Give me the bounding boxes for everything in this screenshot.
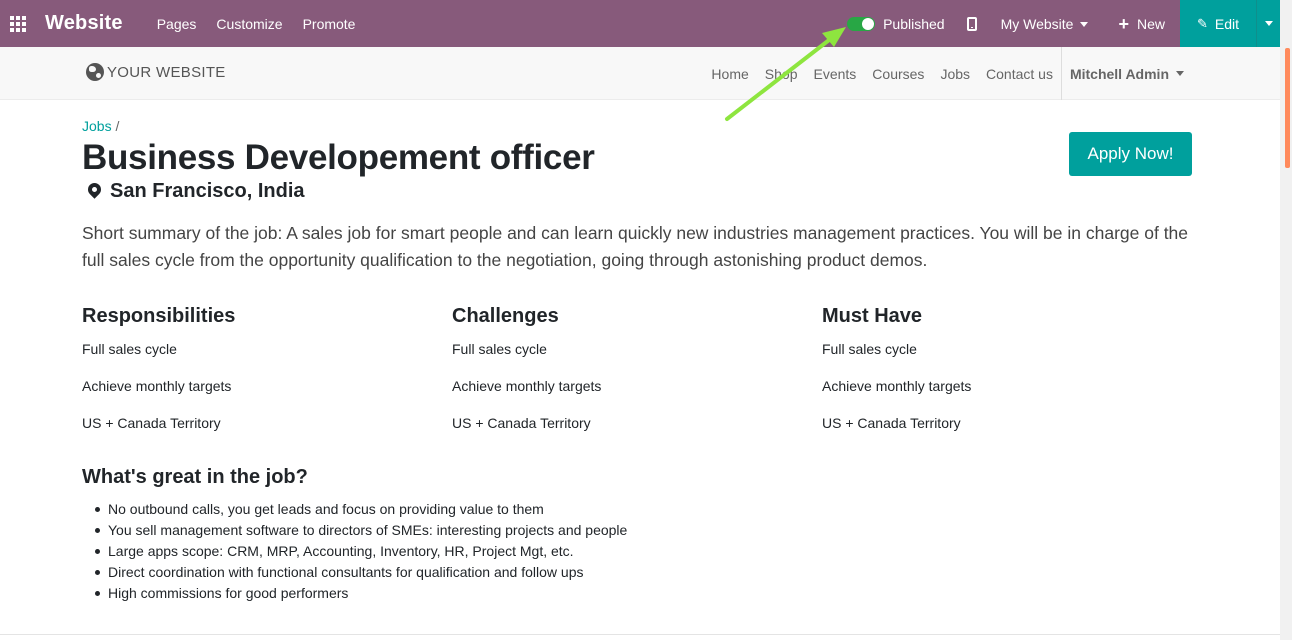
challenges-column: Challenges Full sales cycle Achieve mont… — [452, 305, 822, 452]
whats-great-section: What's great in the job? No outbound cal… — [82, 466, 627, 604]
mobile-icon[interactable] — [966, 16, 977, 31]
topbar-right: Published My Website + New ✎ Edit — [847, 0, 1280, 47]
breadcrumb-jobs-link[interactable]: Jobs — [82, 118, 112, 134]
edit-button[interactable]: ✎ Edit — [1180, 0, 1256, 47]
list-item: No outbound calls, you get leads and foc… — [94, 499, 627, 520]
list-item: You sell management software to director… — [94, 520, 627, 541]
list-item: High commissions for good performers — [94, 583, 627, 604]
list-item: Achieve monthly targets — [822, 378, 972, 394]
content-divider — [0, 634, 1280, 635]
menu-promote[interactable]: Promote — [303, 16, 356, 32]
list-item: Achieve monthly targets — [82, 378, 232, 394]
published-toggle[interactable]: Published — [847, 16, 945, 32]
list-item: Full sales cycle — [452, 341, 547, 357]
column-heading: Must Have — [822, 305, 923, 327]
nav-home[interactable]: Home — [711, 66, 748, 82]
user-menu[interactable]: Mitchell Admin — [1060, 47, 1184, 100]
site-logo[interactable]: YOUR WEBSITE — [86, 63, 226, 81]
list-item: US + Canada Territory — [82, 415, 221, 431]
job-summary: Short summary of the job: A sales job fo… — [82, 223, 1189, 270]
nav-jobs[interactable]: Jobs — [940, 66, 970, 82]
column-heading: Challenges — [452, 305, 559, 327]
chevron-down-icon — [1080, 22, 1089, 28]
location-text: San Francisco, India — [110, 180, 305, 202]
whats-great-list: No outbound calls, you get leads and foc… — [82, 499, 627, 604]
new-label: New — [1136, 15, 1165, 32]
list-item: US + Canada Territory — [822, 415, 961, 431]
apps-grid-icon[interactable] — [1, 0, 35, 47]
edit-dropdown-toggle[interactable] — [1256, 0, 1280, 47]
list-item: US + Canada Territory — [452, 415, 591, 431]
job-details-columns: Responsibilities Full sales cycle Achiev… — [82, 305, 1192, 452]
app-brand-title[interactable]: Website — [45, 12, 123, 35]
breadcrumb-separator: / — [115, 118, 120, 134]
list-item: Achieve monthly targets — [452, 378, 602, 394]
list-item: Full sales cycle — [822, 341, 917, 357]
job-title: Business Developement officer — [82, 138, 595, 177]
pencil-icon: ✎ — [1196, 15, 1208, 31]
user-name: Mitchell Admin — [1069, 65, 1169, 82]
nav-events[interactable]: Events — [813, 66, 856, 82]
toggle-switch-icon[interactable] — [847, 16, 876, 31]
globe-icon — [86, 63, 104, 81]
site-nav: Home Shop Events Courses Jobs Contact us… — [711, 47, 1184, 100]
apply-now-button[interactable]: Apply Now! — [1069, 132, 1192, 176]
list-item: Full sales cycle — [82, 341, 177, 357]
chevron-down-icon — [1264, 21, 1273, 26]
list-item: Direct coordination with functional cons… — [94, 562, 627, 583]
responsibilities-column: Responsibilities Full sales cycle Achiev… — [82, 305, 452, 452]
nav-courses[interactable]: Courses — [872, 66, 924, 82]
menu-pages[interactable]: Pages — [157, 16, 197, 32]
nav-shop[interactable]: Shop — [765, 66, 798, 82]
column-heading: Responsibilities — [82, 305, 236, 327]
website-header: YOUR WEBSITE Home Shop Events Courses Jo… — [0, 47, 1280, 100]
plus-icon: + — [1118, 13, 1129, 34]
edit-label: Edit — [1214, 15, 1240, 32]
my-website-label: My Website — [1000, 15, 1074, 32]
new-button[interactable]: + New — [1118, 15, 1165, 33]
breadcrumb: Jobs / — [82, 118, 119, 134]
page-scrollbar[interactable] — [1280, 0, 1292, 640]
my-website-dropdown[interactable]: My Website — [1001, 16, 1089, 32]
scrollbar-thumb[interactable] — [1285, 48, 1290, 168]
admin-topbar: Website Pages Customize Promote Publishe… — [0, 0, 1280, 47]
menu-customize[interactable]: Customize — [216, 16, 282, 32]
whats-great-heading: What's great in the job? — [82, 466, 308, 488]
chevron-down-icon — [1176, 71, 1184, 76]
list-item: Large apps scope: CRM, MRP, Accounting, … — [94, 541, 627, 562]
job-location: San Francisco, India — [85, 180, 305, 203]
must-have-column: Must Have Full sales cycle Achieve month… — [822, 305, 1192, 452]
top-menu: Pages Customize Promote — [157, 16, 356, 32]
logo-text: YOUR WEBSITE — [107, 63, 226, 81]
nav-contact-us[interactable]: Contact us — [986, 66, 1053, 82]
map-marker-icon — [85, 180, 104, 199]
published-label: Published — [883, 15, 945, 32]
